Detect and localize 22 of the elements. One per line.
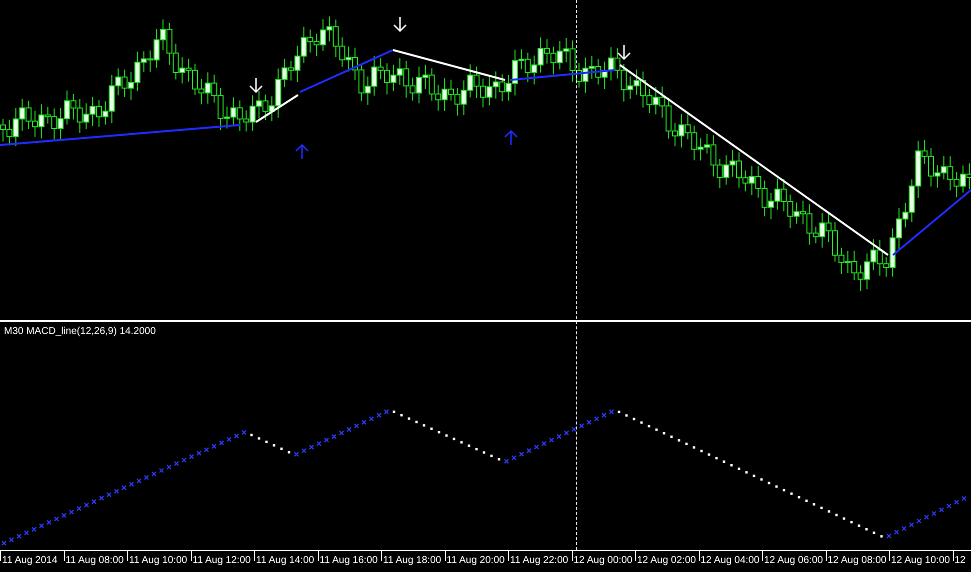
time-label: 11 Aug 18:00 <box>383 556 442 566</box>
indicator-label: M30 MACD_line(12,26,9) 14.2000 <box>4 327 156 337</box>
time-label: 11 Aug 20:00 <box>446 556 505 566</box>
down-arrow-icon <box>249 77 263 94</box>
time-label: 12 Aug 04:00 <box>700 556 760 566</box>
time-label: 12 Aug 00:00 <box>574 556 632 566</box>
time-label: 11 Aug 16:00 <box>320 556 378 566</box>
down-arrow-icon <box>393 16 407 32</box>
time-label: 11 Aug 12:00 <box>192 556 251 566</box>
time-label: 11 Aug 22:00 <box>510 556 568 566</box>
time-label: 11 Aug 08:00 <box>66 556 124 566</box>
time-label: 12 Aug 06:00 <box>764 556 823 566</box>
time-label: 12 Aug 10:00 <box>891 556 950 566</box>
time-label: 11 Aug 2014 <box>2 556 58 566</box>
up-arrow-icon <box>504 130 518 146</box>
down-arrow-icon <box>617 44 631 60</box>
time-label: 12 Aug 08:00 <box>828 556 886 566</box>
time-label: 11 Aug 14:00 <box>256 556 314 566</box>
up-arrow-icon <box>295 144 309 160</box>
time-label: 11 Aug 10:00 <box>129 556 188 566</box>
time-label: 12 <box>954 556 966 566</box>
time-label: 12 Aug 02:00 <box>637 556 696 566</box>
